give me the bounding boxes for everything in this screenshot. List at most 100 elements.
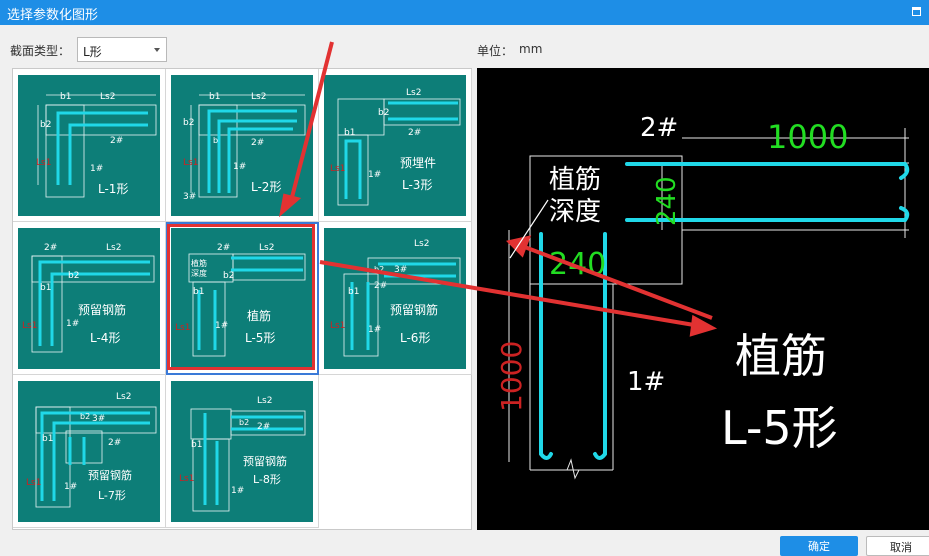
l5-ls2: Ls2 (259, 243, 274, 253)
l6-extra: 预留钢筋 (390, 302, 438, 317)
l1-1: 1# (90, 164, 103, 174)
l4-name: L-4形 (90, 331, 120, 345)
l6-b1: b1 (348, 287, 359, 297)
shape-l5-drawing: 2# Ls2 b2 b1 1# Ls1 植筋 深度 植筋 L-5形 (175, 243, 306, 357)
shape-tile-l2[interactable]: b1 Ls2 b2 2# 1# 3# Ls1 b L-2形 (166, 69, 319, 222)
l8-b2: b2 (239, 418, 249, 427)
shape-l6-drawing: Ls2 b2 3# 2# b1 1# Ls1 预留钢筋 L-6形 (330, 239, 461, 357)
l3-b2: b2 (378, 108, 389, 118)
shape-thumbnail: 2# Ls2 b2 b1 1# Ls1 预留钢筋 L-4形 (18, 228, 160, 369)
preview-dim-240-h: 240 (549, 247, 606, 282)
l7-b2: b2 (80, 412, 90, 421)
ok-button[interactable]: 确定 (780, 536, 858, 556)
l4-b2: b2 (68, 271, 79, 281)
shape-tile-l7[interactable]: Ls2 b2 3# b1 2# 1# Ls1 预留钢筋 L-7形 (13, 375, 166, 528)
window-title: 选择参数化图形 (7, 8, 99, 23)
shape-l8-drawing: Ls2 b2 2# b1 1# Ls1 预留钢筋 L-8形 (179, 396, 306, 512)
l2-b2: b2 (183, 118, 194, 128)
shape-tile-l3[interactable]: Ls2 b1 b2 2# 1# Ls1 预埋件 L-3形 (319, 69, 472, 222)
cancel-button[interactable]: 取消 (866, 536, 929, 556)
l3-2: 2# (408, 128, 421, 138)
l2-ls1: Ls1 (183, 158, 198, 168)
l2-b: b (213, 136, 218, 145)
maximize-icon[interactable] (912, 7, 921, 16)
l5-b1: b1 (193, 287, 204, 297)
section-type-label: 截面类型： (10, 44, 71, 58)
preview-plant-line1: 植筋 (549, 165, 601, 195)
shape-thumbnail: Ls2 b2 3# b1 2# 1# Ls1 预留钢筋 L-7形 (18, 381, 160, 522)
l5-1: 1# (215, 321, 228, 331)
l4-ls1: Ls1 (22, 321, 37, 331)
l8-ls1: Ls1 (179, 474, 194, 484)
section-type-select[interactable]: L形 (77, 37, 167, 62)
title-bar: 选择参数化图形 (0, 0, 929, 25)
l7-1: 1# (64, 482, 77, 492)
unit-label: 单位： (477, 44, 514, 58)
l7-2: 2# (108, 438, 121, 448)
l2-b1: b1 (209, 92, 220, 102)
l6-1: 1# (368, 325, 381, 335)
preview-big-line2: L-5形 (721, 401, 838, 455)
shape-l3-drawing: Ls2 b1 b2 2# 1# Ls1 预埋件 L-3形 (330, 88, 461, 206)
preview-dim-240-v: 240 (652, 176, 682, 226)
l6-ls2: Ls2 (414, 239, 429, 249)
shape-tile-l4[interactable]: 2# Ls2 b2 b1 1# Ls1 预留钢筋 L-4形 (13, 222, 166, 375)
l5-ls1: Ls1 (175, 323, 190, 333)
shape-thumbnail: b1 Ls2 b2 2# 1# Ls1 L-1形 (18, 75, 160, 216)
l5-plant: 植筋 (191, 258, 207, 268)
shape-tile-l1[interactable]: b1 Ls2 b2 2# 1# Ls1 L-1形 (13, 69, 166, 222)
l1-ls1: Ls1 (36, 158, 51, 168)
l7-extra: 预留钢筋 (88, 468, 132, 482)
l1-b2: b2 (40, 120, 51, 130)
l8-1: 1# (231, 486, 244, 496)
shape-l2-drawing: b1 Ls2 b2 2# 1# 3# Ls1 b L-2形 (183, 92, 306, 202)
shape-tile-l6[interactable]: Ls2 b2 3# 2# b1 1# Ls1 预留钢筋 L-6形 (319, 222, 472, 375)
l3-b1: b1 (344, 128, 355, 138)
l1-b1: b1 (60, 92, 71, 102)
l8-2: 2# (257, 422, 270, 432)
shape-thumbnail: Ls2 b2 2# b1 1# Ls1 预留钢筋 L-8形 (171, 381, 313, 522)
preview-label-1: 1# (627, 367, 665, 397)
l2-3: 3# (183, 192, 196, 202)
section-type-value: L形 (83, 45, 102, 59)
l7-name: L-7形 (98, 489, 126, 502)
l7-b1: b1 (42, 434, 53, 444)
shape-tile-l5[interactable]: 2# Ls2 b2 b1 1# Ls1 植筋 深度 植筋 L-5形 (166, 222, 319, 375)
l1-2: 2# (110, 136, 123, 146)
l7-ls2: Ls2 (116, 392, 131, 402)
shape-l1-drawing: b1 Ls2 b2 2# 1# Ls1 L-1形 (36, 92, 157, 198)
l4-1: 1# (66, 319, 79, 329)
shape-thumbnail: Ls2 b1 b2 2# 1# Ls1 预埋件 L-3形 (324, 75, 466, 216)
chevron-down-icon (154, 48, 160, 52)
unit-value: mm (519, 42, 543, 56)
shape-tile-l8[interactable]: Ls2 b2 2# b1 1# Ls1 预留钢筋 L-8形 (166, 375, 319, 528)
l8-ls2: Ls2 (257, 396, 272, 406)
preview-big-line1: 植筋 (735, 329, 827, 383)
l3-ls2: Ls2 (406, 88, 421, 98)
shape-thumbnail: Ls2 b2 3# 2# b1 1# Ls1 预留钢筋 L-6形 (324, 228, 466, 369)
l6-3: 3# (394, 265, 407, 275)
preview-panel: 2# 1000 240 240 1# 1000 植筋 深度 植筋 L-5形 (477, 68, 929, 530)
l7-3: 3# (92, 414, 105, 424)
l6-b2: b2 (374, 265, 384, 274)
preview-label-2: 2# (640, 113, 678, 143)
preview-plant-line2: 深度 (549, 197, 601, 227)
l3-name: L-3形 (402, 178, 432, 192)
shape-thumbnail: 2# Ls2 b2 b1 1# Ls1 植筋 深度 植筋 L-5形 (171, 228, 313, 369)
shape-l7-drawing: Ls2 b2 3# b1 2# 1# Ls1 预留钢筋 L-7形 (26, 392, 157, 508)
l3-extra: 预埋件 (400, 156, 436, 170)
l2-name: L-2形 (251, 180, 281, 194)
l1-name: L-1形 (98, 182, 128, 196)
l4-b1: b1 (40, 283, 51, 293)
l5-b2: b2 (223, 271, 234, 281)
l6-name: L-6形 (400, 331, 430, 345)
preview-dim-left: 1000 (495, 341, 528, 412)
l2-ls2: Ls2 (251, 92, 266, 102)
l8-name: L-8形 (253, 473, 281, 486)
l5-depth: 深度 (191, 268, 207, 278)
l5-name: L-5形 (245, 331, 275, 345)
shape-gallery: b1 Ls2 b2 2# 1# Ls1 L-1形 b1 Ls2 b2 2# 1#… (12, 68, 472, 530)
shape-thumbnail: b1 Ls2 b2 2# 1# 3# Ls1 b L-2形 (171, 75, 313, 216)
l4-2: 2# (44, 243, 57, 253)
l8-extra: 预留钢筋 (243, 454, 287, 468)
